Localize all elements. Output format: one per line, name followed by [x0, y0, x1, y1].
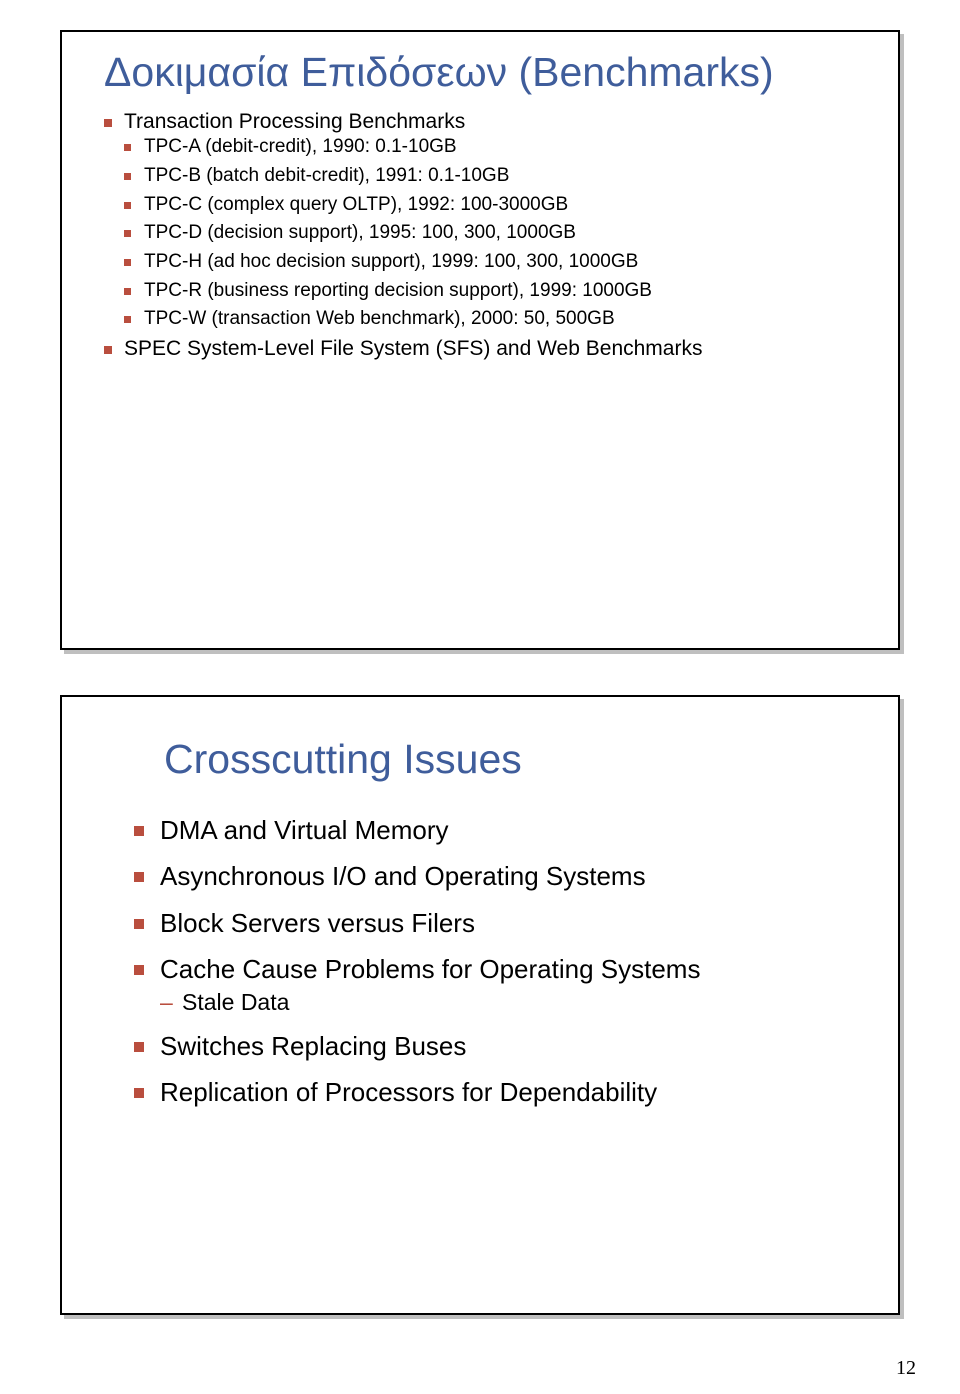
sub-item: Stale Data — [160, 988, 866, 1018]
sub-item: TPC-A (debit-credit), 1990: 0.1-10GB — [124, 135, 876, 160]
page-number: 12 — [896, 1357, 916, 1380]
slide-title: Crosscutting Issues — [134, 737, 866, 782]
slide-crosscutting: Crosscutting Issues DMA and Virtual Memo… — [60, 695, 900, 1315]
list-item: SPEC System-Level File System (SFS) and … — [104, 336, 876, 362]
list-item: Asynchronous I/O and Operating Systems — [134, 858, 866, 894]
list-item: Replication of Processors for Dependabil… — [134, 1074, 866, 1110]
sub-item: TPC-B (batch debit-credit), 1991: 0.1-10… — [124, 164, 876, 189]
slide-benchmarks: Δοκιμασία Επιδόσεων (Benchmarks) Transac… — [60, 30, 900, 650]
list-item: Cache Cause Problems for Operating Syste… — [134, 951, 866, 1017]
list-item: Switches Replacing Buses — [134, 1028, 866, 1064]
list-item: DMA and Virtual Memory — [134, 812, 866, 848]
item-text: Cache Cause Problems for Operating Syste… — [160, 954, 700, 984]
sub-item: TPC-H (ad hoc decision support), 1999: 1… — [124, 250, 876, 275]
sub-item: TPC-D (decision support), 1995: 100, 300… — [124, 221, 876, 246]
sub-item: TPC-C (complex query OLTP), 1992: 100-30… — [124, 193, 876, 218]
item-text: Transaction Processing Benchmarks — [124, 110, 465, 133]
sub-item: TPC-W (transaction Web benchmark), 2000:… — [124, 307, 876, 332]
sub-list: Stale Data — [160, 988, 866, 1018]
list-item: Block Servers versus Filers — [134, 905, 866, 941]
sub-list: TPC-A (debit-credit), 1990: 0.1-10GB TPC… — [124, 135, 876, 332]
slide-title: Δοκιμασία Επιδόσεων (Benchmarks) — [104, 50, 876, 95]
bullet-list: Transaction Processing Benchmarks TPC-A … — [104, 109, 876, 362]
bullet-list: DMA and Virtual Memory Asynchronous I/O … — [134, 812, 866, 1110]
list-item: Transaction Processing Benchmarks TPC-A … — [104, 109, 876, 332]
sub-item: TPC-R (business reporting decision suppo… — [124, 279, 876, 304]
